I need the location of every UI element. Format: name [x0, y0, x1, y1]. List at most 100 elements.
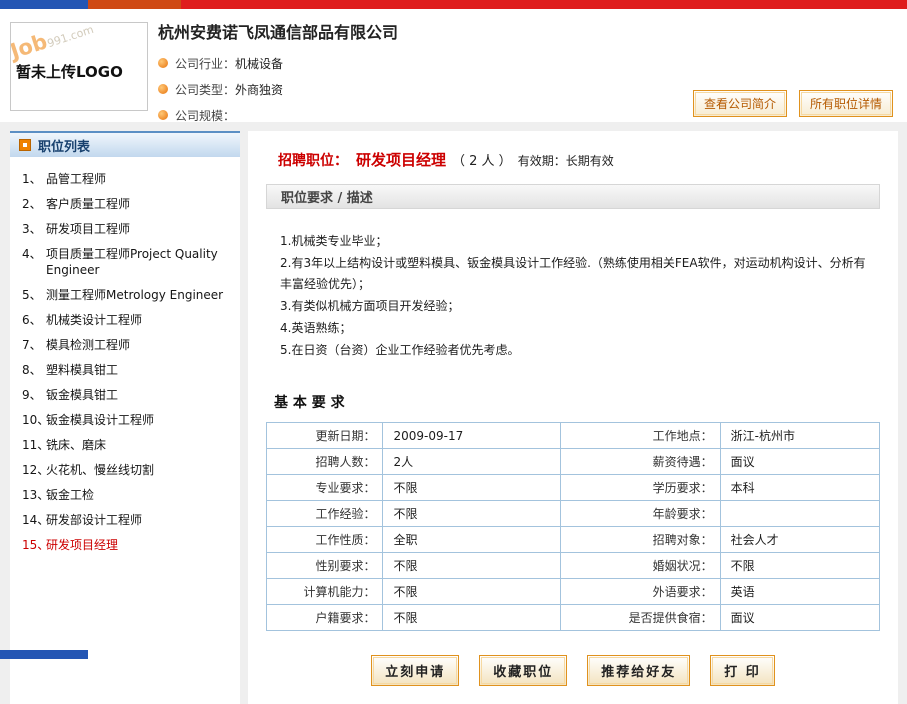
section-basic-requirements: 基 本 要 求 — [274, 392, 880, 412]
description-line: 2.有3年以上结构设计或塑料模具、钣金模具设计工作经验.（熟练使用相关FEA软件… — [280, 253, 874, 295]
sidebar-item-job-5[interactable]: 5、测量工程师Metrology Engineer — [16, 287, 236, 303]
table-row: 户籍要求： 不限 是否提供食宿： 面议 — [267, 605, 880, 631]
sidebar-item-job-9[interactable]: 9、钣金模具钳工 — [16, 387, 236, 403]
label-cell: 学历要求： — [561, 475, 720, 501]
job-headcount: （ 2 人 ） — [452, 150, 512, 169]
label-cell: 性别要求： — [267, 553, 383, 579]
item-number: 13、 — [16, 487, 46, 503]
job-list-sidebar: 职位列表 1、品管工程师 2、客户质量工程师 3、研发项目工程师 4、项目质量工… — [10, 131, 240, 704]
item-number: 7、 — [16, 337, 46, 353]
value-cell: 不限 — [720, 553, 879, 579]
job-validity: 有效期：长期有效 — [518, 152, 614, 169]
field-value: 外商独资 — [235, 81, 283, 98]
sidebar-item-job-7[interactable]: 7、模具检测工程师 — [16, 337, 236, 353]
company-logo-placeholder: Job991.com 暂未上传LOGO — [10, 22, 148, 111]
label-cell: 计算机能力： — [267, 579, 383, 605]
job-header: 招聘职位： 研发项目经理 （ 2 人 ） 有效期：长期有效 — [266, 141, 880, 180]
list-icon — [19, 139, 31, 151]
label-cell: 招聘人数： — [267, 449, 383, 475]
label-cell: 专业要求： — [267, 475, 383, 501]
value-cell: 全职 — [383, 527, 561, 553]
item-number: 10、 — [16, 412, 46, 428]
watermark: Job991.com — [10, 22, 96, 64]
table-row: 性别要求： 不限 婚姻状况： 不限 — [267, 553, 880, 579]
apply-now-button[interactable]: 立刻申请 — [371, 655, 459, 686]
sidebar-item-job-15-active[interactable]: 15、研发项目经理 — [16, 537, 236, 553]
sidebar-item-job-1[interactable]: 1、品管工程师 — [16, 171, 236, 187]
field-value: 机械设备 — [235, 55, 283, 72]
print-button[interactable]: 打 印 — [710, 655, 775, 686]
bullet-icon — [158, 110, 168, 120]
label-cell: 薪资待遇： — [561, 449, 720, 475]
field-label: 公司规模： — [175, 107, 235, 124]
label-cell: 招聘对象： — [561, 527, 720, 553]
field-label: 公司类型： — [175, 81, 235, 98]
basic-requirements-table: 更新日期： 2009-09-17 工作地点： 浙江-杭州市 招聘人数： 2人 薪… — [266, 422, 880, 631]
section-job-requirements: 职位要求 / 描述 — [266, 184, 880, 209]
item-label: 塑料模具钳工 — [46, 362, 236, 378]
item-number: 9、 — [16, 387, 46, 403]
section-title: 职位要求 / 描述 — [281, 187, 373, 206]
save-job-button[interactable]: 收藏职位 — [479, 655, 567, 686]
sidebar-item-job-6[interactable]: 6、机械类设计工程师 — [16, 312, 236, 328]
stripe-orange — [88, 0, 181, 9]
action-buttons: 立刻申请 收藏职位 推荐给好友 打 印 — [266, 655, 880, 686]
sidebar-item-job-14[interactable]: 14、研发部设计工程师 — [16, 512, 236, 528]
label-cell: 工作地点： — [561, 423, 720, 449]
value-cell: 不限 — [383, 579, 561, 605]
sidebar-item-job-8[interactable]: 8、塑料模具钳工 — [16, 362, 236, 378]
stripe-blue — [0, 650, 88, 659]
label-cell: 婚姻状况： — [561, 553, 720, 579]
sidebar-item-job-11[interactable]: 11、铣床、磨床 — [16, 437, 236, 453]
sidebar-item-job-13[interactable]: 13、钣金工检 — [16, 487, 236, 503]
value-cell: 社会人才 — [720, 527, 879, 553]
recommend-to-friend-button[interactable]: 推荐给好友 — [587, 655, 690, 686]
view-company-profile-button[interactable]: 查看公司简介 — [693, 90, 787, 117]
label-cell: 外语要求： — [561, 579, 720, 605]
item-label: 研发项目经理 — [46, 537, 236, 553]
item-label: 钣金模具设计工程师 — [46, 412, 236, 428]
sidebar-item-job-2[interactable]: 2、客户质量工程师 — [16, 196, 236, 212]
all-positions-button[interactable]: 所有职位详情 — [799, 90, 893, 117]
table-row: 工作性质： 全职 招聘对象： 社会人才 — [267, 527, 880, 553]
label-cell: 年龄要求： — [561, 501, 720, 527]
value-cell: 浙江-杭州市 — [720, 423, 879, 449]
item-number: 4、 — [16, 246, 46, 278]
item-label: 研发部设计工程师 — [46, 512, 236, 528]
item-label: 钣金模具钳工 — [46, 387, 236, 403]
logo-placeholder-text: 暂未上传LOGO — [16, 61, 123, 82]
value-cell: 不限 — [383, 553, 561, 579]
value-cell — [720, 501, 879, 527]
bullet-icon — [158, 84, 168, 94]
description-line: 4.英语熟练； — [280, 318, 874, 339]
item-label: 测量工程师Metrology Engineer — [46, 287, 236, 303]
label-cell: 工作性质： — [267, 527, 383, 553]
label-cell: 工作经验： — [267, 501, 383, 527]
job-description: 1.机械类专业毕业； 2.有3年以上结构设计或塑料模具、钣金模具设计工作经验.（… — [266, 209, 880, 376]
item-label: 模具检测工程师 — [46, 337, 236, 353]
top-stripe-bar — [0, 0, 907, 9]
item-number: 1、 — [16, 171, 46, 187]
label-cell: 更新日期： — [267, 423, 383, 449]
sidebar-list: 1、品管工程师 2、客户质量工程师 3、研发项目工程师 4、项目质量工程师Pro… — [10, 157, 240, 572]
table-row: 招聘人数： 2人 薪资待遇： 面议 — [267, 449, 880, 475]
item-number: 11、 — [16, 437, 46, 453]
item-number: 6、 — [16, 312, 46, 328]
item-label: 铣床、磨床 — [46, 437, 236, 453]
sidebar-item-job-12[interactable]: 12、火花机、慢丝线切割 — [16, 462, 236, 478]
value-cell: 面议 — [720, 605, 879, 631]
item-number: 12、 — [16, 462, 46, 478]
sidebar-item-job-3[interactable]: 3、研发项目工程师 — [16, 221, 236, 237]
sidebar-item-job-4[interactable]: 4、项目质量工程师Project Quality Engineer — [16, 246, 236, 278]
value-cell: 不限 — [383, 501, 561, 527]
table-row: 更新日期： 2009-09-17 工作地点： 浙江-杭州市 — [267, 423, 880, 449]
table-row: 专业要求： 不限 学历要求： 本科 — [267, 475, 880, 501]
field-label: 公司行业： — [175, 55, 235, 72]
header-buttons: 查看公司简介 所有职位详情 — [693, 90, 893, 117]
item-label: 研发项目工程师 — [46, 221, 236, 237]
item-number: 14、 — [16, 512, 46, 528]
job-title: 研发项目经理 — [356, 149, 446, 170]
value-cell: 英语 — [720, 579, 879, 605]
value-cell: 本科 — [720, 475, 879, 501]
sidebar-item-job-10[interactable]: 10、钣金模具设计工程师 — [16, 412, 236, 428]
